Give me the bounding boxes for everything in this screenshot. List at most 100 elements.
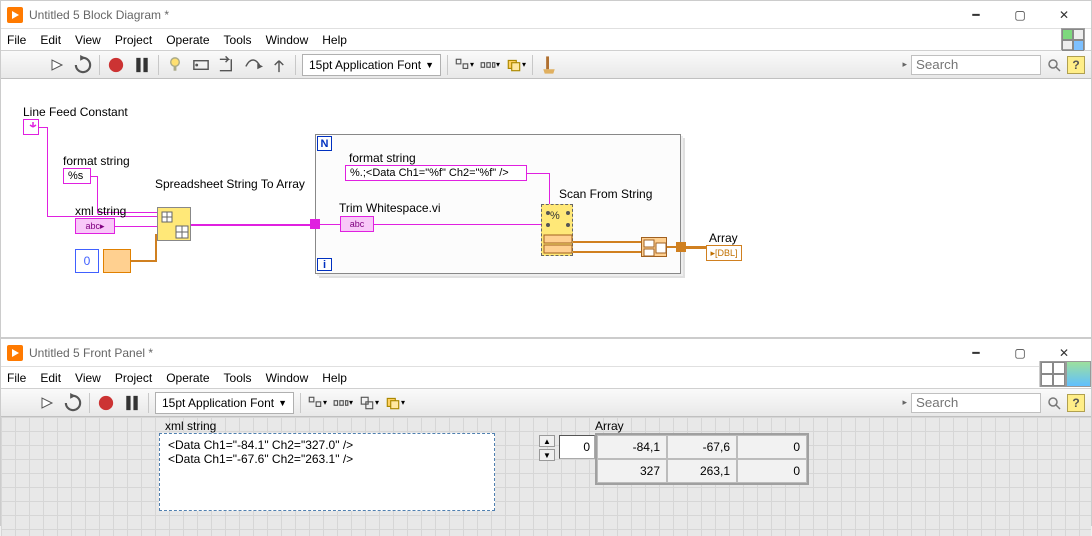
close-button[interactable]: ✕ (1043, 3, 1085, 27)
retain-wire-values-button[interactable] (191, 55, 211, 75)
loop-input-tunnel[interactable] (310, 219, 320, 229)
spreadsheet-string-to-array-node[interactable] (157, 207, 191, 241)
array-indicator-label: Array (709, 231, 738, 245)
align-objects-button[interactable]: ▾ (307, 393, 327, 413)
abort-button[interactable] (106, 55, 126, 75)
font-selector-label: 15pt Application Font (162, 396, 274, 410)
array-cell: -84,1 (597, 435, 667, 459)
scroll-arrow-icon[interactable]: ▸ (902, 397, 907, 408)
pause-button[interactable] (122, 393, 142, 413)
array-cell: -67,6 (667, 435, 737, 459)
connector-icon-pair[interactable] (1039, 361, 1091, 387)
menu-view[interactable]: View (75, 33, 101, 47)
context-help-button[interactable]: ? (1067, 56, 1085, 74)
menu-operate[interactable]: Operate (166, 33, 209, 47)
search-icon[interactable] (1045, 56, 1063, 74)
scan-from-string-label: Scan From String (559, 187, 652, 201)
format-string-inner-label: format string (349, 151, 416, 165)
xml-string-control[interactable]: <Data Ch1="-84.1" Ch2="327.0" /> <Data C… (159, 433, 495, 511)
trim-whitespace-label: Trim Whitespace.vi (339, 201, 441, 215)
pause-button[interactable] (132, 55, 152, 75)
highlight-execution-button[interactable] (165, 55, 185, 75)
menu-file[interactable]: File (7, 371, 26, 385)
trim-whitespace-node[interactable]: abc (340, 216, 374, 232)
reorder-button[interactable]: ▾ (385, 393, 405, 413)
array-index-constant[interactable]: 0 (75, 249, 99, 273)
search-input[interactable] (911, 55, 1041, 75)
format-string-outer-constant[interactable]: %s (63, 168, 91, 184)
array-index-spinner[interactable]: ▲ ▼ (539, 435, 555, 461)
window-title: Untitled 5 Block Diagram * (29, 8, 955, 22)
align-objects-button[interactable]: ▾ (454, 55, 474, 75)
search-input[interactable] (911, 393, 1041, 413)
maximize-button[interactable]: ▢ (999, 341, 1041, 365)
array-indicator-terminal[interactable]: ▸[DBL] (706, 245, 742, 261)
menu-window[interactable]: Window (266, 33, 309, 47)
maximize-button[interactable]: ▢ (999, 3, 1041, 27)
labview-app-icon (7, 345, 23, 361)
format-string-inner-constant[interactable]: %.;<Data Ch1="%f" Ch2="%f" /> (345, 165, 527, 181)
chevron-down-icon: ▼ (425, 60, 434, 70)
svg-text:%: % (550, 210, 560, 222)
run-continuous-button[interactable] (63, 393, 83, 413)
menu-project[interactable]: Project (115, 33, 152, 47)
array-cell: 0 (737, 435, 807, 459)
line-feed-constant-node[interactable] (23, 119, 39, 135)
cleanup-diagram-button[interactable] (539, 55, 559, 75)
reorder-button[interactable]: ▾ (506, 55, 526, 75)
menu-help[interactable]: Help (322, 33, 347, 47)
labview-app-icon (7, 7, 23, 23)
front-panel-canvas[interactable]: xml string <Data Ch1="-84.1" Ch2="327.0"… (1, 417, 1091, 536)
distribute-objects-button[interactable]: ▾ (333, 393, 353, 413)
xml-string-terminal[interactable]: abc▸ (75, 218, 115, 234)
font-selector-label: 15pt Application Font (309, 58, 421, 72)
step-out-button[interactable] (269, 55, 289, 75)
array-indicator-label: Array (595, 419, 624, 433)
menu-help[interactable]: Help (322, 371, 347, 385)
scan-from-string-node[interactable]: % (541, 204, 573, 256)
run-button[interactable] (47, 55, 67, 75)
xml-line: <Data Ch1="-67.6" Ch2="263.1" /> (168, 452, 486, 466)
format-string-outer-label: format string (63, 154, 130, 168)
search-icon[interactable] (1045, 394, 1063, 412)
menu-file[interactable]: File (7, 33, 26, 47)
xml-line: <Data Ch1="-84.1" Ch2="327.0" /> (168, 438, 486, 452)
run-button[interactable] (37, 393, 57, 413)
connector-pane-icon[interactable] (1061, 28, 1085, 50)
scroll-arrow-icon[interactable]: ▸ (902, 59, 907, 70)
block-diagram-canvas[interactable]: Line Feed Constant format string %s xml … (1, 79, 1091, 312)
menu-edit[interactable]: Edit (40, 33, 61, 47)
menu-operate[interactable]: Operate (166, 371, 209, 385)
loop-count-terminal[interactable]: N (317, 136, 332, 151)
step-over-button[interactable] (243, 55, 263, 75)
window-title: Untitled 5 Front Panel * (29, 346, 955, 360)
menu-view[interactable]: View (75, 371, 101, 385)
menu-window[interactable]: Window (266, 371, 309, 385)
context-help-button[interactable]: ? (1067, 394, 1085, 412)
spreadsheet-fn-label: Spreadsheet String To Array (155, 177, 305, 191)
menu-tools[interactable]: Tools (224, 33, 252, 47)
menu-project[interactable]: Project (115, 371, 152, 385)
distribute-objects-button[interactable]: ▾ (480, 55, 500, 75)
array-cell: 263,1 (667, 459, 737, 483)
dbl-type-constant[interactable] (103, 249, 131, 273)
chevron-down-icon: ▼ (278, 398, 287, 408)
build-array-node[interactable] (641, 237, 667, 257)
resize-objects-button[interactable]: ▾ (359, 393, 379, 413)
line-feed-constant-label: Line Feed Constant (23, 105, 128, 119)
abort-button[interactable] (96, 393, 116, 413)
menu-tools[interactable]: Tools (224, 371, 252, 385)
loop-iteration-terminal[interactable]: i (317, 258, 332, 271)
font-selector[interactable]: 15pt Application Font ▼ (302, 54, 441, 76)
step-into-button[interactable] (217, 55, 237, 75)
minimize-button[interactable]: ━ (955, 341, 997, 365)
array-cell: 327 (597, 459, 667, 483)
loop-output-tunnel[interactable] (676, 242, 686, 252)
array-index-value[interactable]: 0 (559, 435, 595, 459)
menu-edit[interactable]: Edit (40, 371, 61, 385)
font-selector[interactable]: 15pt Application Font ▼ (155, 392, 294, 414)
array-cell: 0 (737, 459, 807, 483)
run-continuous-button[interactable] (73, 55, 93, 75)
minimize-button[interactable]: ━ (955, 3, 997, 27)
array-indicator[interactable]: -84,1 -67,6 0 327 263,1 0 (595, 433, 809, 485)
